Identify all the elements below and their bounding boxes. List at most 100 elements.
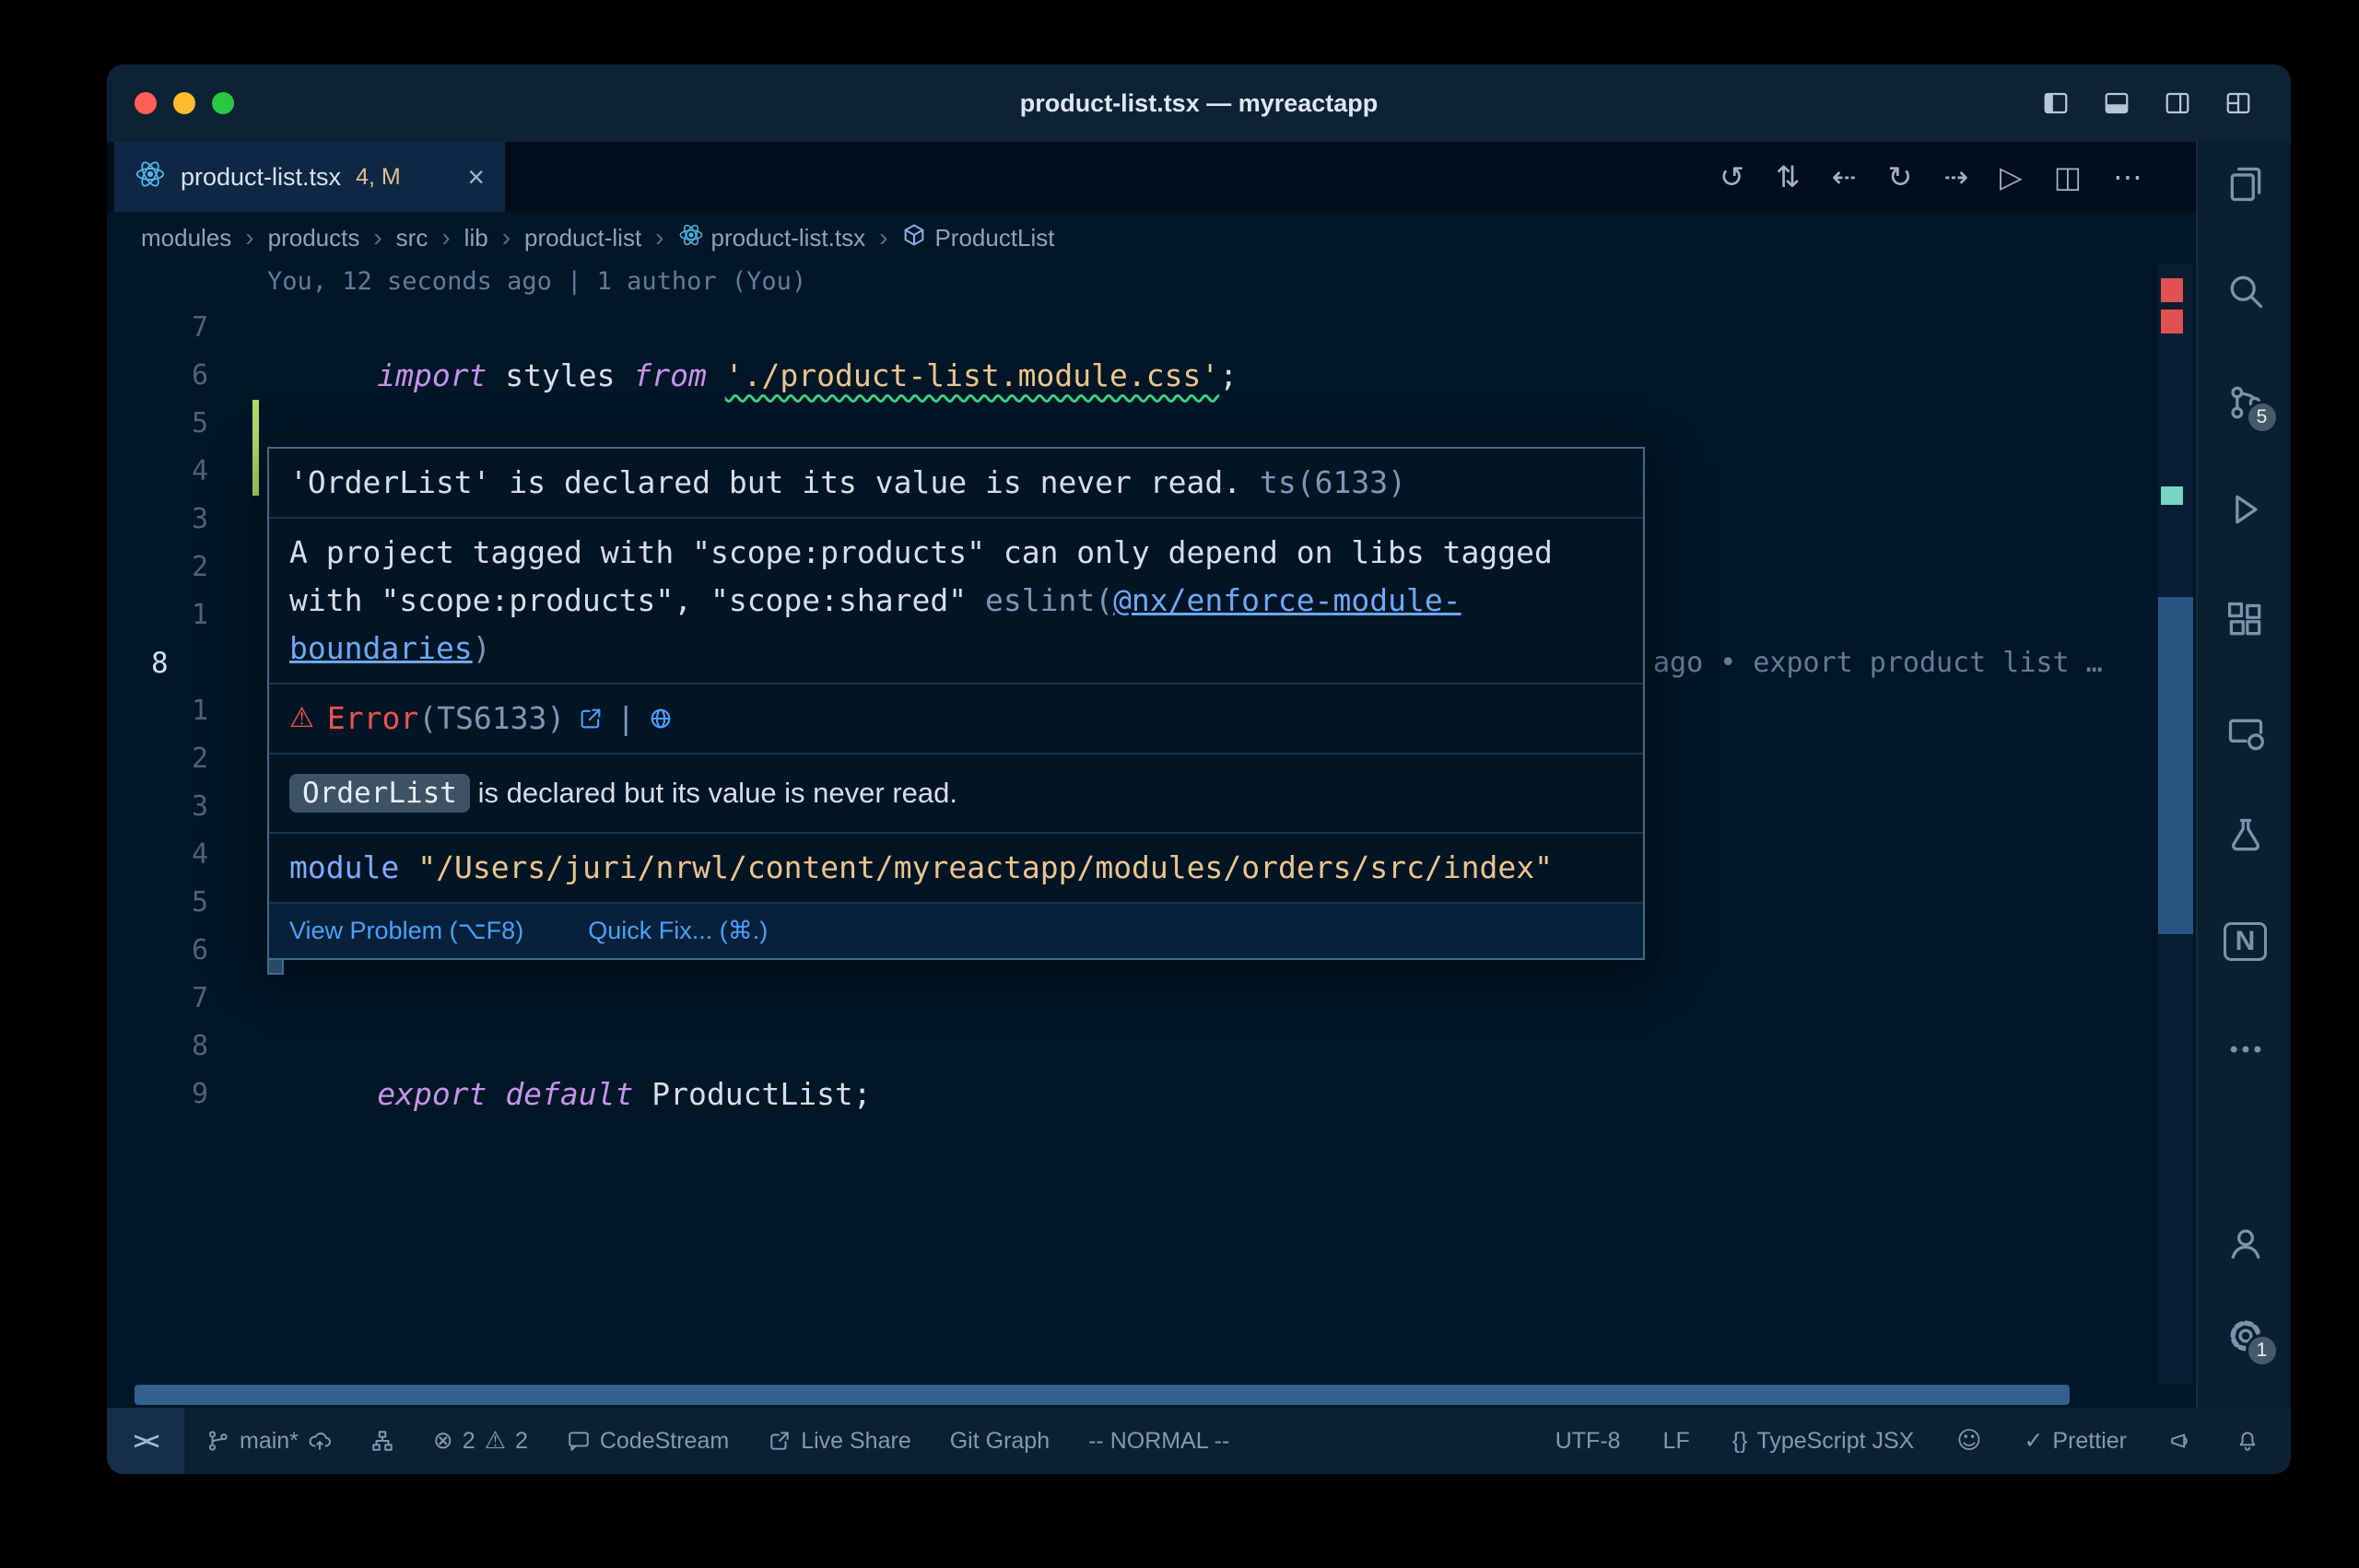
prettier-status[interactable]: ✓ Prettier <box>2024 1427 2127 1455</box>
run-file-icon[interactable]: ▷ <box>2000 159 2023 194</box>
run-debug-icon[interactable] <box>2198 489 2291 530</box>
code-line-export-default[interactable]: export default ProductList; <box>267 1023 872 1071</box>
line-number: 6 <box>107 352 208 400</box>
next-change-icon[interactable]: ⇢ <box>1943 159 1968 194</box>
codestream-status[interactable]: CodeStream <box>567 1428 729 1455</box>
open-external-icon[interactable] <box>578 706 604 731</box>
previous-change-icon[interactable]: ⇠ <box>1832 159 1857 194</box>
line-number: 7 <box>107 975 208 1023</box>
breadcrumb-item-product-list[interactable]: product-list <box>524 224 641 252</box>
code-line-import-orderlist[interactable]: import { OrderList } from '@myreactapp/m… <box>267 400 1384 448</box>
notifications-button[interactable] <box>2236 1429 2259 1453</box>
current-line-number: 8 <box>151 639 252 687</box>
diagnostic-text: 'OrderList' is declared but its value is… <box>289 464 1260 500</box>
problems-status[interactable]: ⊗ 2 ⚠ 2 <box>433 1427 528 1455</box>
nx-console-icon[interactable]: N <box>2198 922 2291 961</box>
line-number: 5 <box>107 400 208 448</box>
explorer-icon[interactable] <box>2198 164 2291 205</box>
settings-badge: 1 <box>2246 1334 2279 1367</box>
chevron-right-icon: › <box>370 223 384 252</box>
announcement-button[interactable] <box>2169 1429 2193 1453</box>
comment-bubble-icon <box>567 1429 591 1453</box>
error-message-text: is declared but its value is never read. <box>470 777 957 809</box>
editor[interactable]: 7 6 5 4 3 2 1 8 1 2 3 4 5 6 7 8 9 You, 1… <box>107 263 2196 1408</box>
quick-fix-link[interactable]: Quick Fix... (⌘.) <box>588 917 768 945</box>
breadcrumb-item-src[interactable]: src <box>396 224 428 252</box>
toggle-panel-icon[interactable] <box>2103 89 2130 117</box>
chevron-right-icon: › <box>652 223 666 252</box>
source-control-icon[interactable]: 5 <box>2198 382 2291 423</box>
accounts-icon[interactable] <box>2198 1223 2291 1264</box>
source-graph-button[interactable] <box>370 1429 394 1453</box>
git-blame-codelens[interactable]: You, 12 seconds ago | 1 author (You) <box>267 258 806 306</box>
local-history-icon[interactable]: ↺ <box>1719 159 1744 194</box>
toggle-sidebar-icon[interactable] <box>2042 89 2070 117</box>
eol-status[interactable]: LF <box>1663 1428 1690 1455</box>
breadcrumb-item-symbol[interactable]: ProductList <box>901 222 1054 254</box>
testing-icon[interactable] <box>2198 815 2291 856</box>
breadcrumb-item-modules[interactable]: modules <box>141 224 231 252</box>
error-message-row: OrderList is declared but its value is n… <box>269 755 1643 834</box>
toggle-secondary-sidebar-icon[interactable] <box>2164 89 2191 117</box>
globe-icon[interactable] <box>648 706 674 731</box>
sync-icon[interactable]: ↻ <box>1888 159 1913 194</box>
ruler-selection-mark <box>2161 486 2183 505</box>
error-count: 2 <box>463 1428 475 1455</box>
settings-gear-icon[interactable]: 1 <box>2198 1316 2291 1356</box>
warning-count: 2 <box>515 1428 528 1455</box>
more-views-icon[interactable] <box>2198 1029 2291 1070</box>
ruler-error-mark <box>2161 278 2183 302</box>
symbol-cube-icon <box>901 222 927 254</box>
hover-actions: View Problem (⌥F8) Quick Fix... (⌘.) <box>269 904 1643 958</box>
git-graph-status[interactable]: Git Graph <box>950 1428 1050 1455</box>
encoding-status[interactable]: UTF-8 <box>1555 1428 1621 1455</box>
breadcrumb-item-lib[interactable]: lib <box>464 224 488 252</box>
branch-status[interactable]: main* <box>206 1428 332 1455</box>
share-icon <box>768 1429 792 1453</box>
minimize-window-button[interactable] <box>173 92 195 114</box>
module-path-row: module"/Users/juri/nrwl/content/myreacta… <box>269 834 1643 904</box>
tab-close-icon[interactable]: × <box>467 162 485 192</box>
live-share-status[interactable]: Live Share <box>768 1428 911 1455</box>
status-left: main* ⊗ 2 ⚠ 2 CodeStream <box>184 1427 1229 1455</box>
horizontal-scrollbar[interactable] <box>135 1385 2070 1405</box>
editor-actions: ↺ ⇅ ⇠ ↻ ⇢ ▷ ◫ ⋯ <box>1719 142 2196 212</box>
breadcrumb-item-file[interactable]: product-list.tsx <box>678 222 866 254</box>
eslint-section: A project tagged with "scope:products" c… <box>269 519 1643 685</box>
view-problem-link[interactable]: View Problem (⌥F8) <box>289 917 523 945</box>
layout-controls <box>2042 64 2252 142</box>
warning-triangle-icon: ⚠ <box>289 695 314 743</box>
feedback-smiley[interactable]: ☺ <box>1956 1427 1981 1455</box>
tab-modified-badge: 4, M <box>356 164 401 191</box>
remote-indicator[interactable]: >< <box>107 1408 184 1474</box>
search-icon[interactable] <box>2198 271 2291 311</box>
scrollbar-slider[interactable] <box>2158 597 2193 934</box>
zoom-window-button[interactable] <box>212 92 234 114</box>
language-status[interactable]: {} TypeScript JSX <box>1732 1428 1915 1455</box>
chevron-right-icon: › <box>439 223 452 252</box>
git-added-gutter-marker <box>252 400 259 496</box>
line-number: 7 <box>107 304 208 352</box>
eslint-source-prefix: eslint( <box>985 582 1113 618</box>
open-changes-icon[interactable]: ⇅ <box>1776 159 1801 194</box>
customize-layout-icon[interactable] <box>2224 89 2252 117</box>
code-line-import-styles[interactable]: import styles from './product-list.modul… <box>267 304 1238 352</box>
close-window-button[interactable] <box>135 92 157 114</box>
remote-explorer-icon[interactable] <box>2198 714 2291 755</box>
line-number: 2 <box>107 544 208 591</box>
error-code: (TS6133) <box>418 700 565 736</box>
line-number: 3 <box>107 496 208 544</box>
line-number: 6 <box>107 927 208 975</box>
split-editor-icon[interactable]: ◫ <box>2054 159 2082 194</box>
resize-grip[interactable] <box>267 958 284 975</box>
extensions-icon[interactable] <box>2198 600 2291 640</box>
titlebar: product-list.tsx — myreactapp <box>107 64 2291 142</box>
breadcrumb-item-products[interactable]: products <box>268 224 360 252</box>
status-right: UTF-8 LF {} TypeScript JSX ☺ ✓ Prettier <box>1555 1427 2291 1455</box>
tab-product-list[interactable]: product-list.tsx 4, M × <box>114 142 505 212</box>
symbol-badge: OrderList <box>289 774 470 813</box>
source-control-badge: 5 <box>2246 401 2279 434</box>
line-number: 8 <box>107 1023 208 1071</box>
more-actions-icon[interactable]: ⋯ <box>2113 159 2142 194</box>
activity-bar: 5 N 1 <box>2196 142 2291 1408</box>
